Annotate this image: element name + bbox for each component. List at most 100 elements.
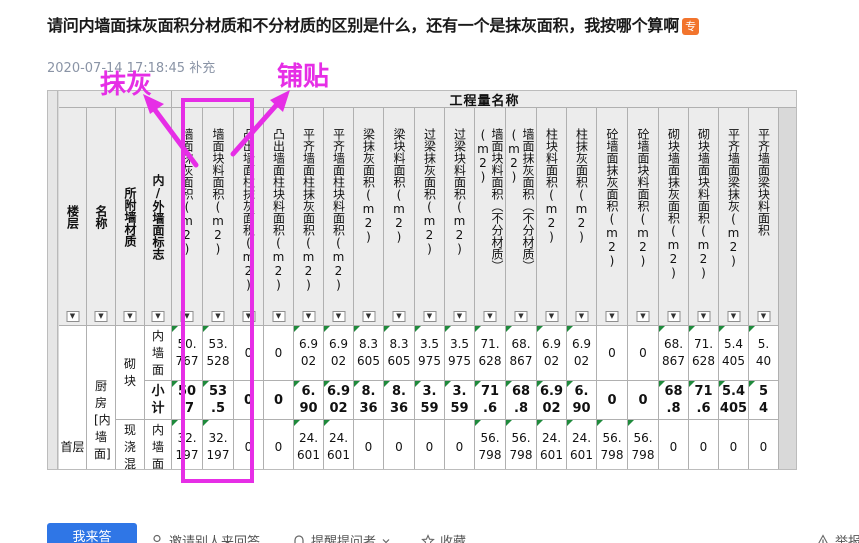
data-cell[interactable]: 8.3 605 [354,326,384,381]
filter-dropdown-icon[interactable]: ▼ [697,311,710,322]
data-cell[interactable]: 6.9 02 [324,326,354,381]
data-cell[interactable]: 0 [689,420,719,469]
filter-dropdown-icon[interactable]: ▼ [302,311,315,322]
report-link[interactable]: 举报 [816,531,859,543]
column-header-label: 柱抹灰面积(m2) [574,128,589,244]
filter-dropdown-icon[interactable]: ▼ [514,311,528,322]
data-cell[interactable]: 5. 40 [749,326,779,381]
column-header-label: 过梁抹灰面积(m2) [422,128,437,256]
data-cell[interactable]: 6.9 02 [567,326,597,381]
filter-dropdown-icon[interactable]: ▼ [575,311,588,322]
filter-dropdown-icon[interactable]: ▼ [545,311,558,322]
data-cell[interactable]: 71 .6 [475,381,506,420]
data-cell[interactable]: 68 .8 [506,381,537,420]
material-cell: 现浇混 [116,420,145,469]
data-cell[interactable]: 8. 36 [354,381,384,420]
data-cell[interactable]: 71 .6 [689,381,719,420]
data-cell[interactable]: 0 [354,420,384,469]
filter-dropdown-icon[interactable]: ▼ [667,311,680,322]
column-header-label: 砼墙面块料面积(m2) [636,128,650,268]
column-header-label: 内/外墙面标志 [151,173,165,260]
filter-dropdown-icon[interactable]: ▼ [66,311,79,322]
column-header-label: 平齐墙面梁抹灰(m2) [726,128,741,268]
data-cell[interactable]: 8.3 605 [384,326,415,381]
data-cell[interactable]: 6.9 02 [294,326,324,381]
data-cell[interactable]: 0 [264,326,294,381]
data-cell[interactable]: 24. 601 [324,420,354,469]
data-cell[interactable]: 68. 867 [506,326,537,381]
filter-dropdown-icon[interactable]: ▼ [727,311,740,322]
filter-dropdown-icon[interactable]: ▼ [332,311,345,322]
data-cell[interactable]: 0 [659,420,689,469]
room-name-label: 厨房[内墙面] [94,379,111,461]
data-cell[interactable]: 0 [264,420,294,469]
filter-dropdown-icon[interactable]: ▼ [392,311,406,322]
data-cell[interactable]: 0 [597,326,628,381]
data-cell[interactable]: 3. 59 [445,381,475,420]
invite-link[interactable]: 邀请别人来回答 [150,531,260,543]
data-cell[interactable]: 71. 628 [475,326,506,381]
inout-cell: 内墙面 [145,326,172,381]
data-cell[interactable]: 56. 798 [506,420,537,469]
answer-button[interactable]: 我来答 [47,523,137,543]
column-header-c4: 凸出墙面柱块料面积(m2) ▼ [264,108,294,326]
filter-dropdown-icon[interactable]: ▼ [151,311,165,322]
data-cell[interactable]: 71. 628 [689,326,719,381]
data-cell[interactable]: 6. 90 [567,381,597,420]
data-cell[interactable]: 6.9 02 [537,381,567,420]
data-cell[interactable]: 56. 798 [475,420,506,469]
data-cell[interactable]: 56. 798 [597,420,628,469]
data-cell[interactable]: 6. 90 [294,381,324,420]
data-cell[interactable]: 0 [415,420,445,469]
data-cell[interactable]: 24. 601 [294,420,324,469]
data-cell[interactable]: 6.9 02 [324,381,354,420]
data-cell[interactable]: 0 [597,381,628,420]
data-cell[interactable]: 5 4 [749,381,779,420]
column-header-label: 梁抹灰面积(m2) [361,128,376,244]
data-cell[interactable]: 0 [384,420,415,469]
data-cell[interactable]: 0 [719,420,749,469]
filter-dropdown-icon[interactable]: ▼ [483,311,497,322]
data-cell[interactable]: 0 [445,420,475,469]
filter-dropdown-icon[interactable]: ▼ [362,311,375,322]
data-cell[interactable]: 0 [264,381,294,420]
column-header-label: 所附墙材质 [123,186,137,247]
filter-dropdown-icon[interactable]: ▼ [605,311,619,322]
column-header-c10: 过梁块料面积(m2) ▼ [445,108,475,326]
filter-dropdown-icon[interactable]: ▼ [757,311,770,322]
filter-dropdown-icon[interactable]: ▼ [636,311,650,322]
floor-cell: 首层 [59,326,87,469]
data-cell[interactable]: 0 [749,420,779,469]
report-label: 举报 [835,535,859,543]
filter-dropdown-icon[interactable]: ▼ [123,311,137,322]
data-cell[interactable]: 3.5 975 [415,326,445,381]
filter-dropdown-icon[interactable]: ▼ [272,311,285,322]
data-cell[interactable]: 56. 798 [628,420,659,469]
column-header-label: 墙面块料面积（不分材质）(m2) [476,128,504,272]
favorite-link[interactable]: 收藏 [421,531,466,543]
data-cell[interactable]: 3.5 975 [445,326,475,381]
filter-dropdown-icon[interactable]: ▼ [453,311,466,322]
data-cell[interactable]: 8. 36 [384,381,415,420]
data-cell[interactable]: 3. 59 [415,381,445,420]
remind-link[interactable]: 提醒提问者 [292,531,391,543]
data-cell[interactable]: 5.4 405 [719,326,749,381]
data-cell[interactable]: 24. 601 [567,420,597,469]
data-cell[interactable]: 0 [628,326,659,381]
column-header-label: 砼墙面抹灰面积(m2) [605,128,619,268]
column-header-c7: 梁抹灰面积(m2) ▼ [354,108,384,326]
data-cell[interactable]: 68. 867 [659,326,689,381]
data-cell[interactable]: 68 .8 [659,381,689,420]
filter-dropdown-icon[interactable]: ▼ [423,311,436,322]
column-header-label: 平齐墙面柱块料面积(m2) [331,128,346,292]
column-header-label: 砌块墙面抹灰面积(m2) [666,128,681,280]
data-cell[interactable]: 0 [628,381,659,420]
supplement-link[interactable]: 补充 [189,61,215,76]
data-cell[interactable]: 6.9 02 [537,326,567,381]
filter-dropdown-icon[interactable]: ▼ [94,311,108,322]
data-cell[interactable]: 24. 601 [537,420,567,469]
column-header-c9: 过梁抹灰面积(m2) ▼ [415,108,445,326]
data-cell[interactable]: 5.4 405 [719,381,749,420]
favorite-label: 收藏 [440,535,467,543]
star-icon [421,533,435,543]
